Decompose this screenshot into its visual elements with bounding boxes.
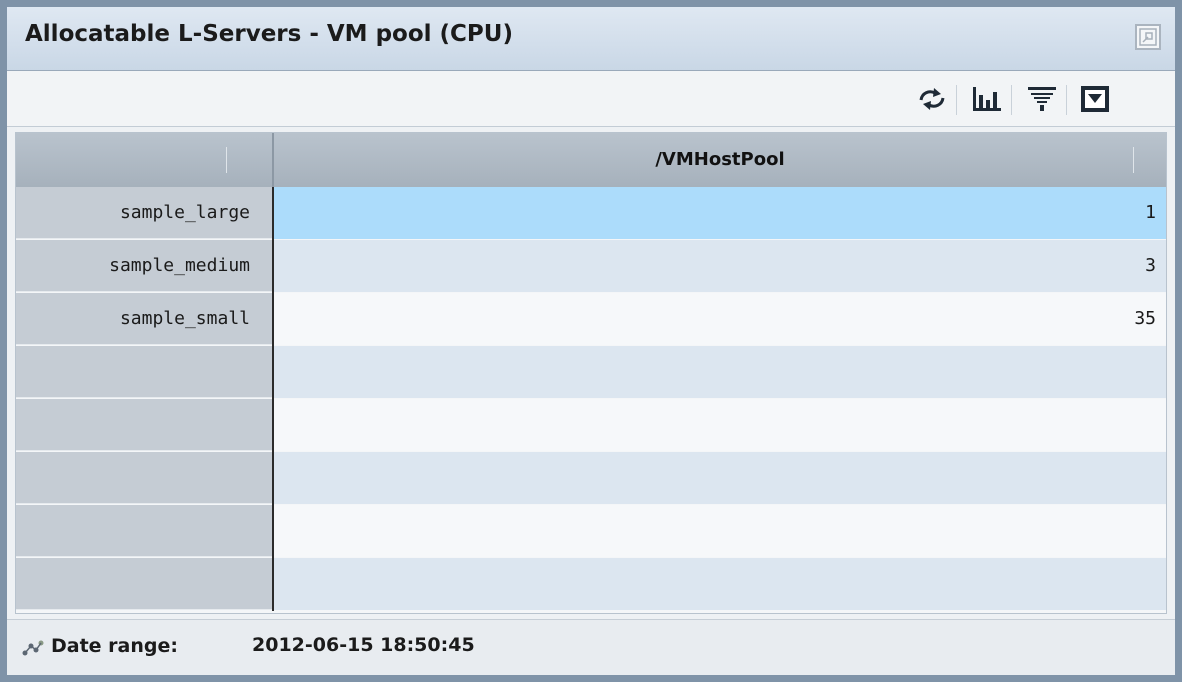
table-cell[interactable]: 1 [274, 187, 1166, 239]
toolbar-separator [956, 85, 957, 115]
row-header [16, 399, 272, 451]
save-icon[interactable] [1077, 83, 1113, 115]
date-range-label: Date range: [51, 635, 178, 657]
table-cell[interactable] [274, 452, 1166, 504]
toolbar-separator [1011, 85, 1012, 115]
table-row[interactable] [16, 346, 1166, 399]
column-header-label: /VMHostPool [655, 149, 785, 170]
table-row[interactable] [16, 452, 1166, 505]
table-row[interactable] [16, 505, 1166, 558]
panel: Allocatable L-Servers - VM pool (CPU) /V… [7, 7, 1175, 675]
corner-header [16, 133, 274, 187]
window-title: Allocatable L-Servers - VM pool (CPU) [25, 21, 513, 47]
toolbar [7, 71, 1175, 127]
table-cell[interactable] [274, 346, 1166, 398]
table-cell[interactable] [274, 399, 1166, 451]
refresh-icon[interactable] [914, 83, 950, 115]
title-bar: Allocatable L-Servers - VM pool (CPU) [7, 7, 1175, 71]
column-header[interactable]: /VMHostPool [274, 133, 1166, 187]
data-grid: /VMHostPool sample_large 1 sample_medium… [15, 132, 1167, 614]
date-range-value: 2012-06-15 18:50:45 [252, 634, 475, 656]
table-cell[interactable]: 35 [274, 293, 1166, 345]
window-frame: Allocatable L-Servers - VM pool (CPU) /V… [0, 0, 1182, 682]
row-header: sample_large [16, 187, 272, 239]
table-cell[interactable] [274, 558, 1166, 610]
column-resize-handle[interactable] [1133, 147, 1134, 173]
table-row[interactable] [16, 399, 1166, 452]
toolbar-separator [1066, 85, 1067, 115]
range-chart-icon [21, 638, 45, 658]
table-row[interactable]: sample_large 1 [16, 187, 1166, 240]
column-resize-handle[interactable] [226, 147, 227, 173]
table-row[interactable]: sample_medium 3 [16, 240, 1166, 293]
table-row[interactable]: sample_small 35 [16, 293, 1166, 346]
filter-icon[interactable] [1024, 83, 1060, 115]
row-header [16, 452, 272, 504]
row-header [16, 346, 272, 398]
grid-rows: sample_large 1 sample_medium 3 sample_sm… [16, 187, 1166, 611]
row-header: sample_small [16, 293, 272, 345]
row-header: sample_medium [16, 240, 272, 292]
table-cell[interactable] [274, 505, 1166, 557]
restore-window-icon[interactable] [1135, 24, 1161, 50]
status-bar: Date range: 2012-06-15 18:50:45 [7, 619, 1175, 675]
row-header [16, 505, 272, 557]
table-cell[interactable]: 3 [274, 240, 1166, 292]
bar-chart-icon[interactable] [969, 83, 1005, 115]
row-header [16, 558, 272, 610]
table-row[interactable] [16, 558, 1166, 611]
